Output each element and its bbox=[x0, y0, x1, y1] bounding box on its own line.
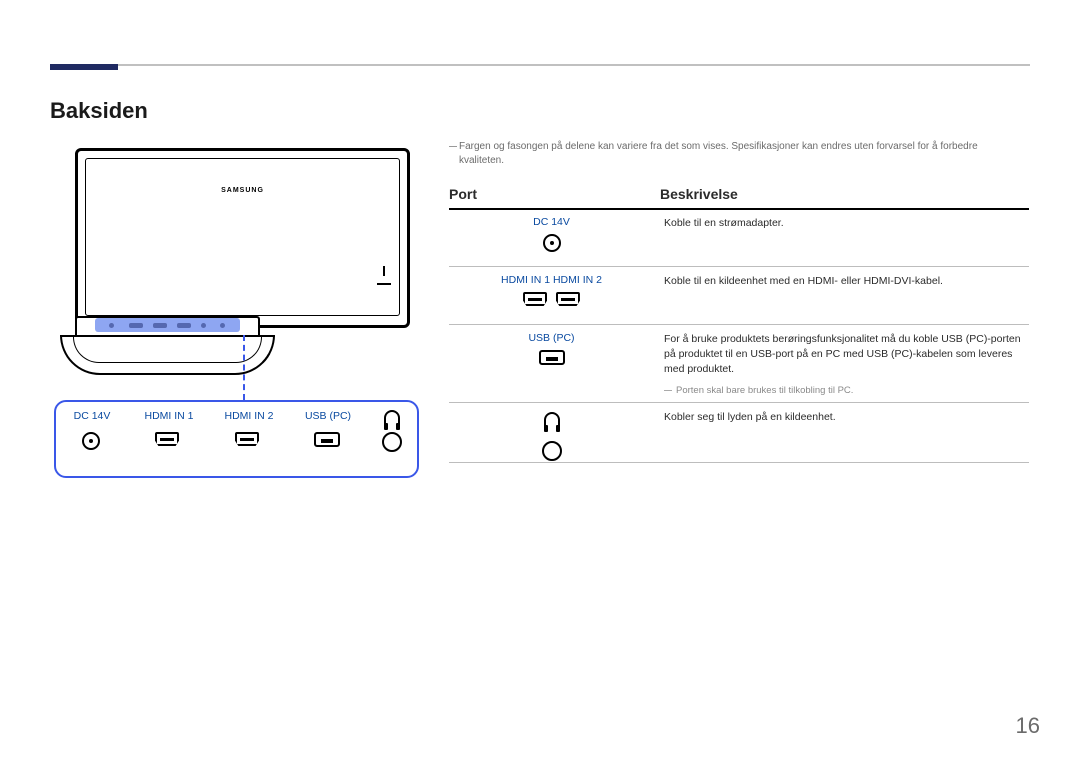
page-number: 16 bbox=[1016, 713, 1040, 739]
table-row: Kobler seg til lyden på en kildeenhet. bbox=[449, 410, 1029, 462]
callout-line bbox=[243, 335, 245, 400]
note-bullet bbox=[449, 146, 457, 147]
note-text: Fargen og fasongen på delene kan variere… bbox=[459, 140, 1025, 167]
section-title: Baksiden bbox=[50, 98, 148, 124]
port-sub-note: Porten skal bare brukes til tilkobling t… bbox=[664, 384, 1029, 398]
circle-icon bbox=[382, 432, 402, 457]
table-header-desc: Beskrivelse bbox=[660, 186, 738, 202]
dc-icon bbox=[449, 234, 654, 257]
table-rule bbox=[449, 208, 1029, 210]
port-description: Koble til en kildeenhet med en HDMI- ell… bbox=[664, 274, 1029, 289]
port-description: Kobler seg til lyden på en kildeenhet. bbox=[664, 410, 1029, 425]
table-row: HDMI IN 1 HDMI IN 2 Koble til en kildeen… bbox=[449, 274, 1029, 324]
dc-icon bbox=[82, 432, 100, 455]
port-highlight bbox=[95, 318, 240, 332]
table-row: USB (PC) For å bruke produktets berøring… bbox=[449, 332, 1029, 400]
monitor-frame: SAMSUNG bbox=[75, 148, 410, 328]
table-rule-thin bbox=[449, 462, 1029, 463]
header-accent bbox=[50, 64, 118, 70]
port-label: DC 14V bbox=[449, 216, 654, 228]
hdmi-icon bbox=[155, 432, 179, 451]
table-header-port: Port bbox=[449, 186, 477, 202]
port-description: Koble til en strømadapter. bbox=[664, 216, 1029, 231]
port-label: USB (PC) bbox=[296, 410, 360, 422]
header-rule bbox=[50, 64, 1030, 66]
hdmi-pair-icon bbox=[449, 292, 654, 311]
port-callout-box: DC 14V HDMI IN 1 HDMI IN 2 USB (PC) bbox=[54, 400, 419, 478]
table-rule-thin bbox=[449, 266, 1029, 267]
headphone-icon bbox=[449, 412, 654, 433]
port-description: For å bruke produktets berøringsfunksjon… bbox=[664, 332, 1029, 378]
hdmi-icon bbox=[235, 432, 259, 451]
table-rule-thin bbox=[449, 402, 1029, 403]
usb-icon bbox=[449, 350, 654, 370]
usb-icon bbox=[314, 432, 340, 452]
table-row: DC 14V Koble til en strømadapter. bbox=[449, 216, 1029, 266]
headphone-icon bbox=[384, 410, 400, 431]
port-label: HDMI IN 2 bbox=[214, 410, 284, 422]
port-label: DC 14V bbox=[62, 410, 122, 422]
table-rule-thin bbox=[449, 324, 1029, 325]
port-label: HDMI IN 1 bbox=[134, 410, 204, 422]
brand-logo: SAMSUNG bbox=[221, 187, 264, 194]
port-label: HDMI IN 1 HDMI IN 2 bbox=[449, 274, 654, 286]
port-label: USB (PC) bbox=[449, 332, 654, 344]
